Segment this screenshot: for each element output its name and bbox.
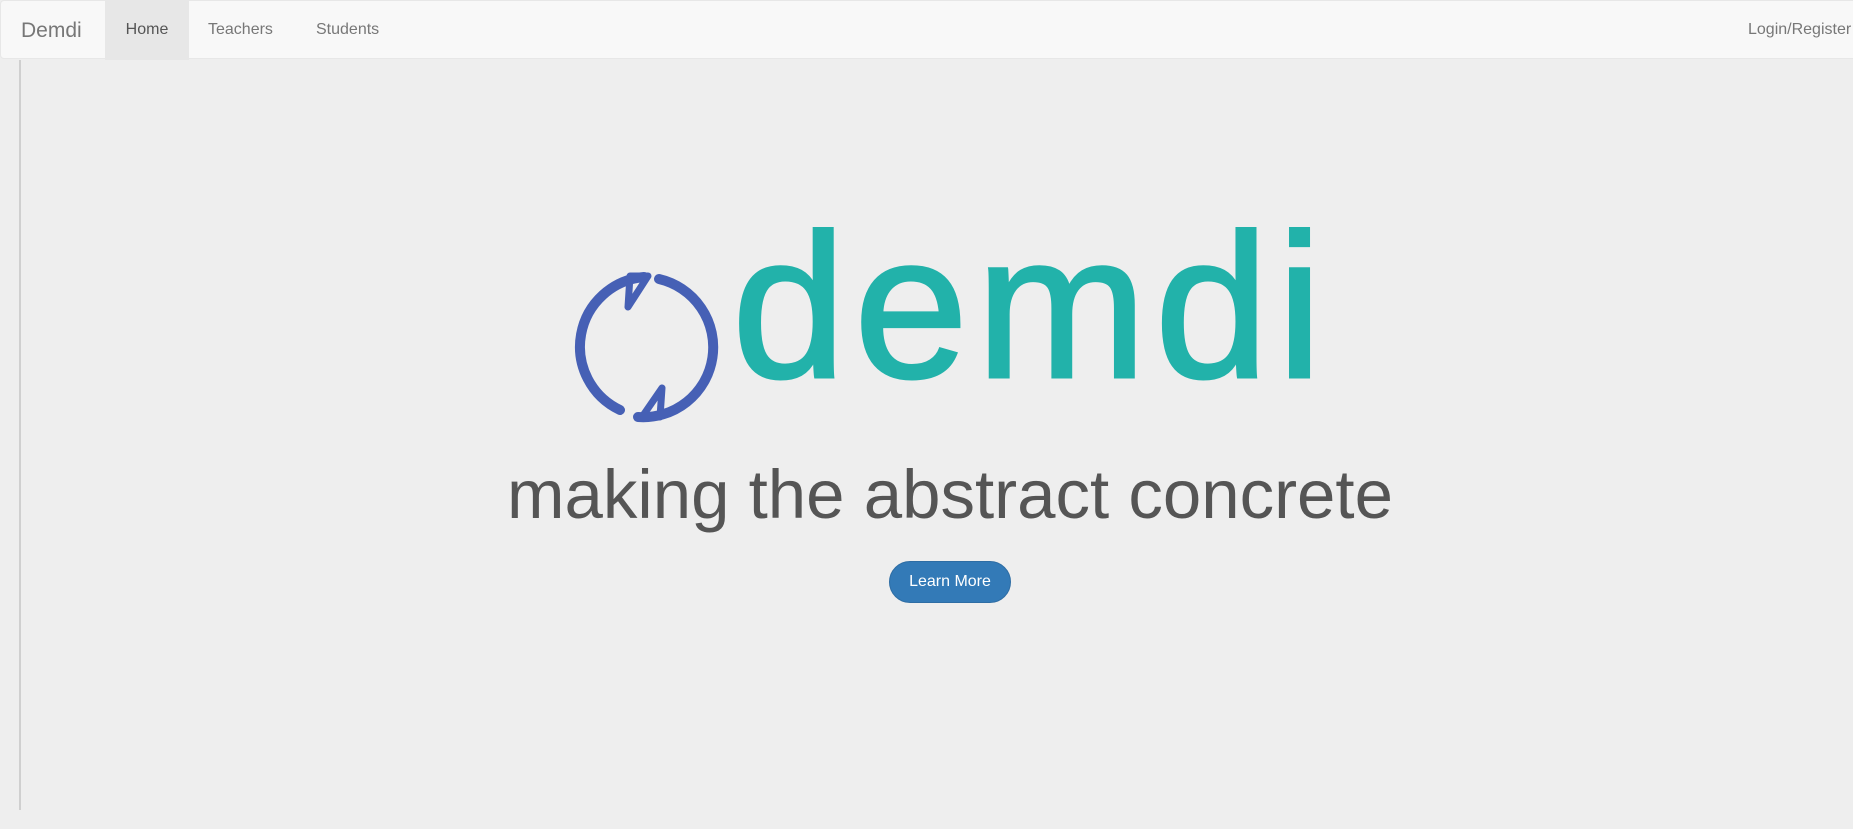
navbar: Demdi Home Teachers Students Login/Regis… xyxy=(0,0,1853,60)
nav-home[interactable]: Home xyxy=(105,1,189,60)
demdi-logo: demdi xyxy=(560,203,1350,432)
nav-teachers[interactable]: Teachers xyxy=(189,1,292,60)
brand-link[interactable]: Demdi xyxy=(21,1,82,60)
login-register-link[interactable]: Login/Register xyxy=(1748,1,1851,60)
nav-students[interactable]: Students xyxy=(297,1,398,60)
logo-wordmark: demdi xyxy=(730,192,1331,421)
hero-tagline: making the abstract concrete xyxy=(507,456,1393,533)
refresh-cycle-icon xyxy=(575,272,719,423)
left-border-divider xyxy=(19,60,21,810)
learn-more-button[interactable]: Learn More xyxy=(889,561,1011,603)
